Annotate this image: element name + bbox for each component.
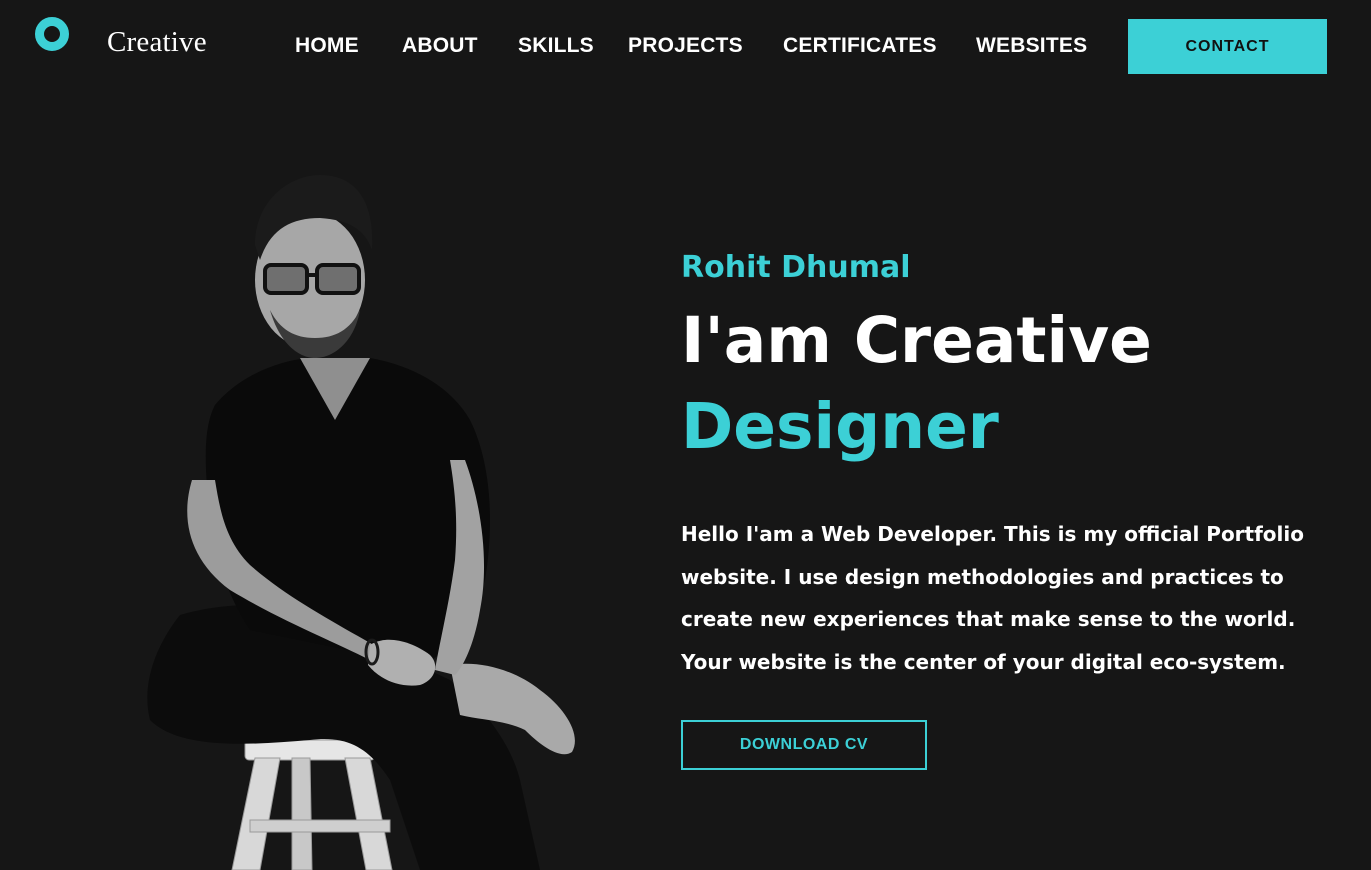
nav-item-websites[interactable]: WEBSITES: [976, 34, 1087, 58]
profile-photo: [147, 175, 575, 870]
nav-item-projects[interactable]: PROJECTS: [628, 34, 743, 58]
hero-description-line: Hello I'am a Web Developer. This is my o…: [681, 522, 1304, 546]
head-shape: [255, 175, 373, 358]
nav-item-home[interactable]: HOME: [295, 34, 359, 58]
hero-description-line: Your website is the center of your digit…: [681, 649, 1286, 674]
hero-description-line: website. I use design methodologies and …: [681, 564, 1284, 589]
hero-headline-line1: I'am Creative: [681, 304, 1152, 377]
hero-description: Hello I'am a Web Developer. This is my o…: [681, 513, 1321, 683]
hero-headline-line2: Designer: [681, 390, 999, 463]
download-cv-button[interactable]: DOWNLOAD CV: [681, 720, 927, 770]
contact-button[interactable]: CONTACT: [1128, 19, 1327, 74]
logo-text[interactable]: Creative: [107, 26, 207, 59]
nav-item-certificates[interactable]: CERTIFICATES: [783, 34, 937, 58]
logo-ring-icon[interactable]: [35, 17, 69, 51]
hero-description-line: create new experiences that make sense t…: [681, 607, 1296, 631]
hero-name: Rohit Dhumal: [681, 250, 911, 285]
nav-item-about[interactable]: ABOUT: [402, 34, 478, 58]
nav-item-skills[interactable]: SKILLS: [518, 34, 594, 58]
